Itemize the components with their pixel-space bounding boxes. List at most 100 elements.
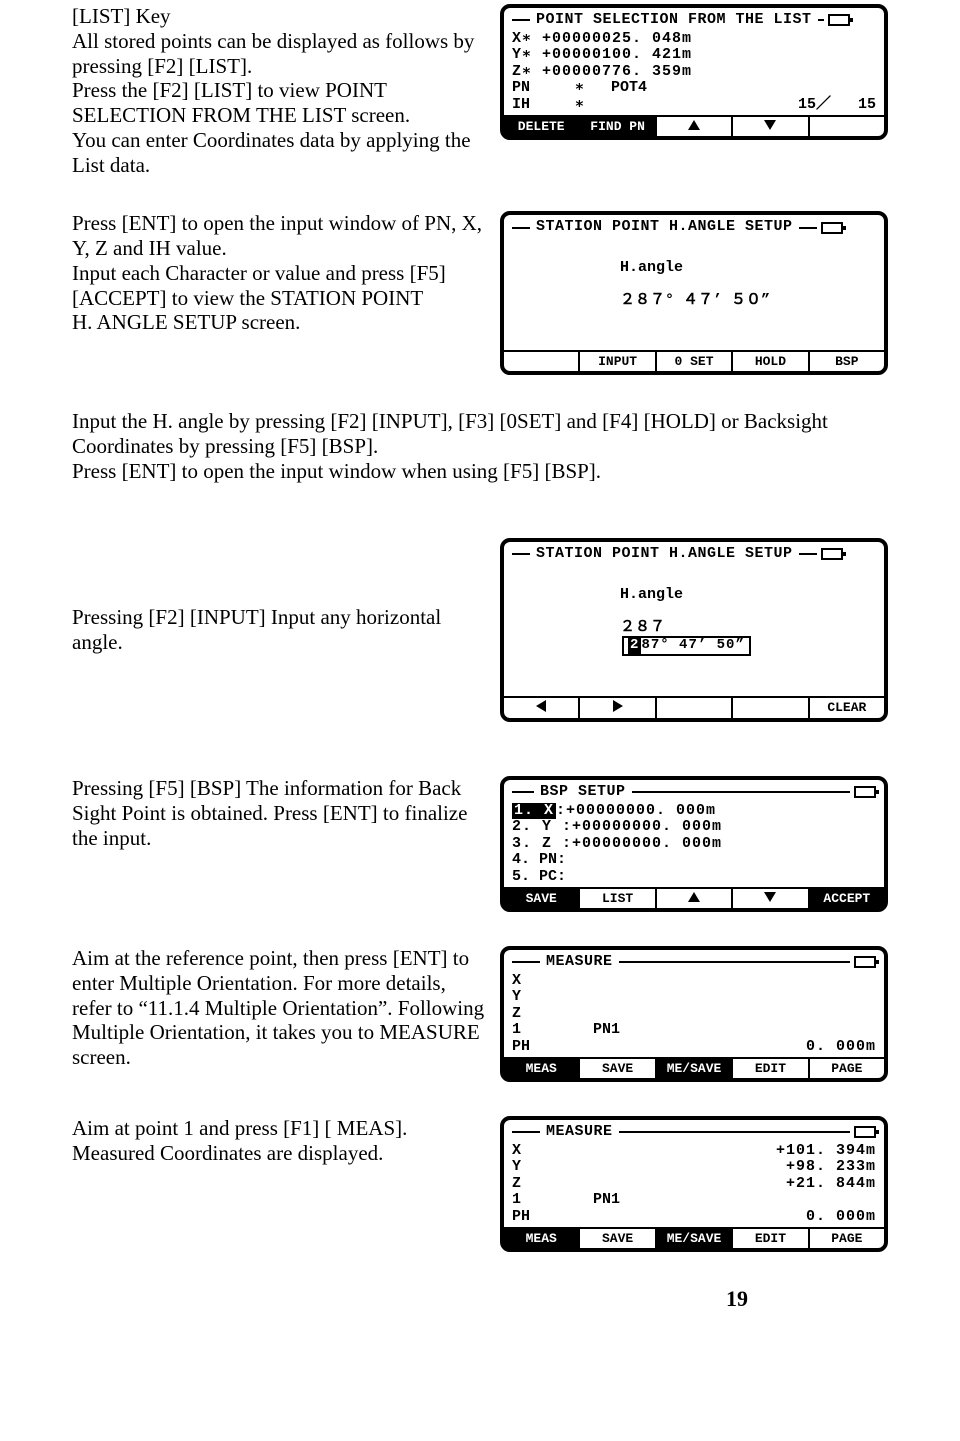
arrow-down-icon: [764, 120, 776, 133]
s2-hold-button[interactable]: HOLD: [733, 352, 809, 371]
p6-text: Aim at the reference point, then press […: [72, 946, 486, 1070]
arrow-up-icon: [688, 892, 700, 905]
s6-mesave-button[interactable]: ME/SAVE: [657, 1229, 733, 1248]
s5-save-button[interactable]: SAVE: [580, 1059, 656, 1078]
s5-z: Z: [512, 1006, 534, 1023]
s6-xl: X: [512, 1143, 534, 1160]
s4-save-button[interactable]: SAVE: [504, 889, 580, 908]
s3-pre: ２８７: [620, 619, 665, 636]
s5-ph-l: PH: [512, 1039, 530, 1056]
s2-value: ２８７° ４７’ ５０”: [620, 292, 770, 309]
arrow-up-icon: [688, 120, 700, 133]
battery-icon: [854, 956, 876, 968]
s5-page-button[interactable]: PAGE: [810, 1059, 884, 1078]
s6-xr: +101. 394m: [776, 1143, 876, 1160]
s1-findpn-button[interactable]: FIND PN: [580, 117, 656, 136]
s4-accept-button[interactable]: ACCEPT: [810, 889, 884, 908]
s6-meas-button[interactable]: MEAS: [504, 1229, 580, 1248]
s5-y: Y: [512, 989, 534, 1006]
s4-r4: 4. PN:: [512, 852, 876, 869]
p2-line2: Input each Character or value and press …: [72, 261, 486, 311]
s1-empty-button[interactable]: [810, 117, 884, 136]
arrow-down-icon: [764, 892, 776, 905]
s4-r3: 3. Z :+00000000. 000m: [512, 836, 876, 853]
s6-yl: Y: [512, 1159, 534, 1176]
s4-down-button[interactable]: [733, 889, 809, 908]
s2-input-button[interactable]: INPUT: [580, 352, 656, 371]
screen-bsp-setup: BSP SETUP 1. X:+00000000. 000m 2. Y :+00…: [500, 776, 888, 912]
s1-ih-l: IH ∗: [512, 97, 584, 114]
s5-n: 1 PN1: [512, 1022, 876, 1039]
s6-n: 1 PN1: [512, 1192, 876, 1209]
s2-bsp-button[interactable]: BSP: [810, 352, 884, 371]
p1-line1: [LIST] Key: [72, 4, 486, 29]
s4-r5: 5. PC:: [512, 869, 876, 886]
p3-line2: Press [ENT] to open the input window whe…: [72, 459, 888, 484]
s4-list-button[interactable]: LIST: [580, 889, 656, 908]
s1-x: X∗ +00000025. 048m: [512, 31, 876, 48]
p7-text: Aim at point 1 and press [F1] [ MEAS]. M…: [72, 1116, 486, 1166]
battery-icon: [828, 14, 850, 26]
screen-hangle-input: STATION POINT H.ANGLE SETUP H.angle ２８７ …: [500, 538, 888, 722]
s4-title: BSP SETUP: [538, 784, 628, 801]
s3-empty2-button[interactable]: [733, 698, 809, 718]
s1-down-button[interactable]: [733, 117, 809, 136]
s3-left-button[interactable]: [504, 698, 580, 718]
s4-r1-sel: 1. X: [512, 803, 556, 820]
s6-zl: Z: [512, 1176, 534, 1193]
s6-yr: +98. 233m: [786, 1159, 876, 1176]
p5-text: Pressing [F5] [BSP] The information for …: [72, 776, 486, 850]
arrow-left-icon: [536, 700, 546, 715]
s6-page-button[interactable]: PAGE: [810, 1229, 884, 1248]
p1-line4: You can enter Coordinates data by applyi…: [72, 128, 486, 178]
p3-line1: Input the H. angle by pressing [F2] [INP…: [72, 409, 888, 459]
s1-delete-button[interactable]: DELETE: [504, 117, 580, 136]
screen-measure-blank: MEASURE X Y Z 1 PN1 PH 0. 000m MEAS: [500, 946, 888, 1082]
s3-clear-button[interactable]: CLEAR: [810, 698, 884, 718]
s2-empty-button[interactable]: [504, 352, 580, 371]
page-number: 19: [72, 1286, 888, 1312]
s6-edit-button[interactable]: EDIT: [733, 1229, 809, 1248]
s2-0set-button[interactable]: 0 SET: [657, 352, 733, 371]
p4-text: Pressing [F2] [INPUT] Input any horizont…: [72, 605, 486, 655]
s1-y: Y∗ +00000100. 421m: [512, 47, 876, 64]
screen-hangle-setup: STATION POINT H.ANGLE SETUP H.angle ２８７°…: [500, 211, 888, 375]
s4-r1: :+00000000. 000m: [556, 802, 716, 819]
s2-title: STATION POINT H.ANGLE SETUP: [534, 219, 795, 236]
p2-line1: Press [ENT] to open the input window of …: [72, 211, 486, 261]
s5-title: MEASURE: [544, 954, 615, 971]
s5-meas-button[interactable]: MEAS: [504, 1059, 580, 1078]
s5-x: X: [512, 973, 534, 990]
s4-r2: 2. Y :+00000000. 000m: [512, 819, 876, 836]
s3-input-field[interactable]: 287° 47’ 50”: [622, 636, 751, 655]
s6-zr: +21. 844m: [786, 1176, 876, 1193]
battery-icon: [854, 1126, 876, 1138]
s6-title: MEASURE: [544, 1124, 615, 1141]
arrow-right-icon: [613, 700, 623, 715]
s1-up-button[interactable]: [657, 117, 733, 136]
s1-ih-r: 15／ 15: [798, 97, 876, 114]
p1-line2: All stored points can be displayed as fo…: [72, 29, 486, 79]
s2-label: H.angle: [620, 259, 683, 276]
s1-title: POINT SELECTION FROM THE LIST: [534, 12, 814, 29]
s3-empty1-button[interactable]: [657, 698, 733, 718]
s6-ph-l: PH: [512, 1209, 530, 1226]
s3-rest: 87° 47’ 50”: [641, 637, 744, 653]
screen-measure-result: MEASURE X +101. 394m Y +98. 233m Z +21. 844…: [500, 1116, 888, 1252]
s4-up-button[interactable]: [657, 889, 733, 908]
p1-line3: Press the [F2] [LIST] to view POINT SELE…: [72, 78, 486, 128]
s3-title: STATION POINT H.ANGLE SETUP: [534, 546, 795, 563]
s1-z: Z∗ +00000776. 359m: [512, 64, 876, 81]
s1-pn: PN ∗ POT4: [512, 80, 876, 97]
s5-edit-button[interactable]: EDIT: [733, 1059, 809, 1078]
screen-point-selection-list: POINT SELECTION FROM THE LIST X∗ +000000…: [500, 4, 888, 140]
s5-mesave-button[interactable]: ME/SAVE: [657, 1059, 733, 1078]
s6-ph-r: 0. 000m: [806, 1209, 876, 1226]
s3-cursor: 2: [628, 638, 641, 653]
battery-icon: [821, 222, 843, 234]
s6-save-button[interactable]: SAVE: [580, 1229, 656, 1248]
s5-ph-r: 0. 000m: [806, 1039, 876, 1056]
p2-line3: H. ANGLE SETUP screen.: [72, 310, 486, 335]
s3-right-button[interactable]: [580, 698, 656, 718]
s3-label: H.angle: [620, 586, 683, 603]
